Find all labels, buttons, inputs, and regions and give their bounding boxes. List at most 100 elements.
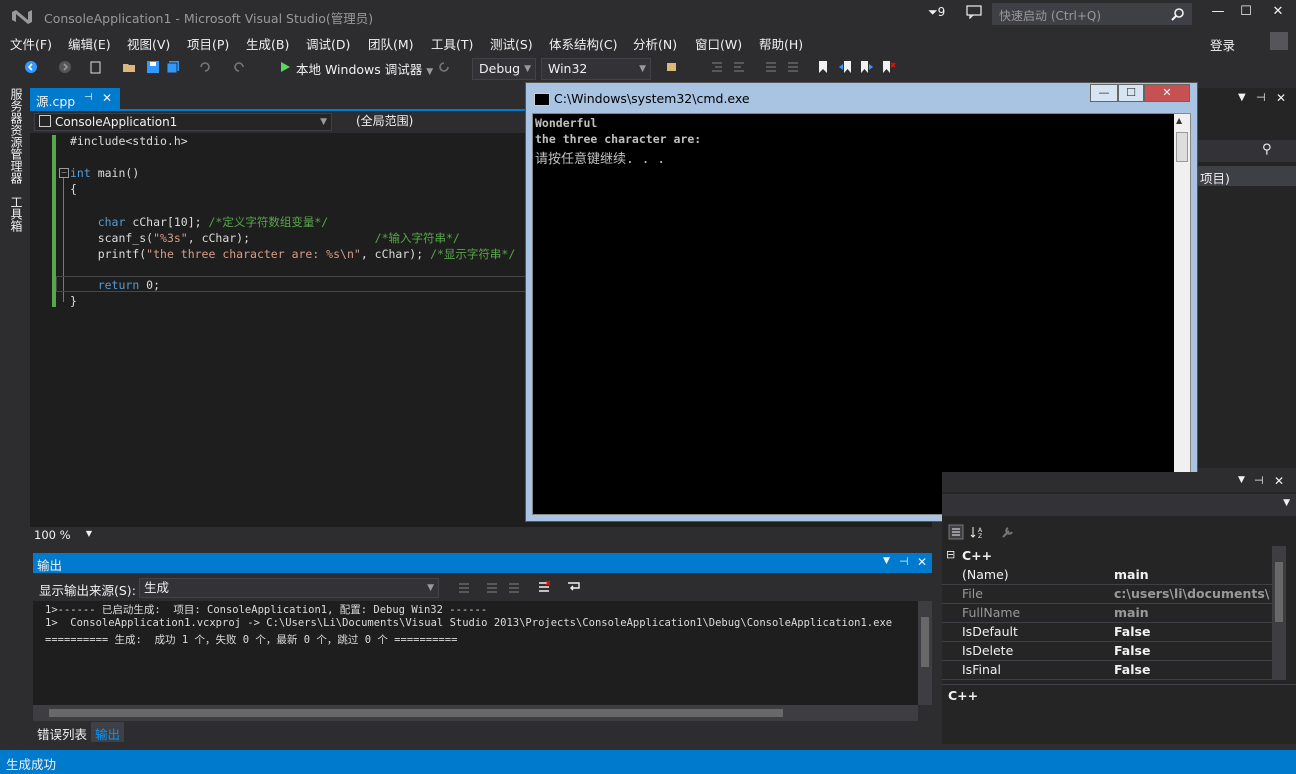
next-bookmark-icon[interactable] [860, 60, 874, 74]
back-icon[interactable] [24, 60, 38, 74]
open-file-icon[interactable] [122, 60, 136, 74]
maximize-button[interactable]: ☐ [1234, 4, 1258, 24]
menu-file[interactable]: 文件(F) [10, 34, 52, 53]
property-row[interactable]: FullName main [942, 603, 1272, 623]
close-panel-icon[interactable]: ✕ [1274, 474, 1284, 488]
console-minimize-button[interactable]: — [1090, 84, 1118, 102]
console-scrollbar[interactable]: ▲ ▼ [1174, 114, 1190, 514]
alphabetical-icon[interactable]: AZ [970, 524, 986, 540]
minimize-button[interactable]: — [1206, 4, 1230, 24]
new-project-icon[interactable] [88, 60, 102, 74]
scope-dropdown[interactable]: (全局范围) [352, 113, 552, 131]
chevron-down-icon: ▼ [320, 117, 327, 127]
tree-item-selected[interactable]: 项目) [1198, 166, 1296, 186]
menu-help[interactable]: 帮助(H) [759, 34, 803, 53]
output-horizontal-scrollbar[interactable] [33, 705, 918, 721]
close-panel-icon[interactable]: ✕ [917, 555, 927, 569]
scrollbar-thumb[interactable] [1176, 132, 1188, 162]
categorized-icon[interactable] [948, 524, 964, 540]
collapse-group-icon[interactable]: ⊟ [946, 548, 955, 561]
menu-debug[interactable]: 调试(D) [306, 34, 350, 53]
refresh-icon[interactable] [437, 60, 451, 74]
console-window[interactable]: C:\Windows\system32\cmd.exe — ☐ ✕ Wonder… [525, 82, 1198, 522]
toolbox-tab[interactable]: 工具箱 [8, 196, 25, 232]
menu-architecture[interactable]: 体系结构(C) [549, 34, 617, 53]
save-icon[interactable] [146, 60, 160, 74]
close-button[interactable]: ✕ [1266, 4, 1290, 24]
feedback-icon[interactable] [966, 5, 982, 19]
tab-source-cpp[interactable]: 源.cpp ⊣ ✕ [30, 88, 120, 110]
console-maximize-button[interactable]: ☐ [1118, 84, 1144, 102]
chevron-down-icon: ▼ [1283, 498, 1290, 508]
bookmark-icon[interactable] [816, 60, 830, 74]
find-in-files-icon[interactable] [666, 60, 680, 74]
dropdown-icon[interactable]: ▼ [1238, 475, 1245, 485]
notification-flag[interactable]: ⏷9 [928, 5, 945, 20]
menu-tools[interactable]: 工具(T) [431, 34, 473, 53]
output-source-dropdown[interactable]: 生成 ▼ [139, 578, 439, 598]
pin-icon[interactable]: ⊣ [1254, 474, 1264, 487]
account-icon[interactable] [1270, 32, 1288, 50]
platform-dropdown[interactable]: Win32 ▼ [541, 58, 651, 80]
menu-analyze[interactable]: 分析(N) [633, 34, 677, 53]
property-pages-icon[interactable] [1000, 524, 1016, 540]
login-link[interactable]: 登录 [1210, 35, 1235, 54]
close-panel-icon[interactable]: ✕ [1276, 91, 1286, 105]
menu-view[interactable]: 视图(V) [127, 34, 170, 53]
console-close-button[interactable]: ✕ [1144, 84, 1190, 102]
outdent-icon[interactable] [732, 60, 746, 74]
indent-icon[interactable] [710, 60, 724, 74]
start-debugger-button[interactable]: 本地 Windows 调试器 ▼ [278, 59, 433, 78]
scrollbar-thumb[interactable] [1275, 562, 1283, 622]
project-dropdown[interactable]: ConsoleApplication1 ▼ [34, 113, 332, 131]
save-all-icon[interactable] [166, 60, 180, 74]
property-row[interactable]: (Name) main [942, 565, 1272, 585]
pin-icon[interactable]: ⊣ [899, 555, 909, 568]
property-row[interactable]: IsDefault False [942, 622, 1272, 642]
close-tab-icon[interactable]: ✕ [102, 91, 112, 105]
menu-project[interactable]: 项目(P) [187, 34, 229, 53]
server-explorer-tab[interactable]: 服务器资源管理器 [8, 88, 25, 184]
clear-all-icon[interactable] [537, 580, 551, 594]
pin-icon[interactable]: ⊣ [84, 92, 93, 103]
tab-output[interactable]: 输出 [91, 722, 125, 742]
comment-icon[interactable] [764, 60, 778, 74]
menu-bar: 文件(F) 编辑(E) 视图(V) 项目(P) 生成(B) 调试(D) 团队(M… [0, 30, 1296, 54]
tab-error-list[interactable]: 错误列表 [33, 722, 91, 742]
collapse-icon[interactable]: − [59, 168, 69, 178]
menu-team[interactable]: 团队(M) [368, 34, 414, 53]
dropdown-icon[interactable]: ▼ [883, 556, 890, 566]
configuration-dropdown[interactable]: Debug ▼ [472, 58, 536, 80]
search-box[interactable]: ⚲ [1198, 140, 1296, 162]
zoom-dropdown[interactable]: 100 % ▼ [34, 528, 92, 544]
output-line: 1>------ 已启动生成: 项目: ConsoleApplication1,… [45, 604, 488, 616]
pin-icon[interactable]: ⊣ [1256, 91, 1266, 104]
menu-test[interactable]: 测试(S) [490, 34, 533, 53]
scroll-up-icon[interactable]: ▲ [1176, 116, 1182, 125]
scrollbar-thumb[interactable] [921, 617, 929, 667]
undo-icon[interactable] [198, 60, 212, 74]
property-row[interactable]: IsFinal False [942, 660, 1272, 680]
dropdown-icon[interactable]: ▼ [1238, 92, 1246, 103]
word-wrap-icon[interactable] [567, 580, 581, 594]
menu-window[interactable]: 窗口(W) [695, 34, 742, 53]
property-row[interactable]: IsDelete False [942, 641, 1272, 661]
forward-icon[interactable] [58, 60, 72, 74]
menu-edit[interactable]: 编辑(E) [68, 34, 111, 53]
property-row[interactable]: File c:\users\li\documents\vis [942, 584, 1272, 604]
scope-value: (全局范围) [356, 114, 414, 128]
output-text-area[interactable]: 1>------ 已启动生成: 项目: ConsoleApplication1,… [33, 601, 918, 705]
go-to-message-icon[interactable] [457, 581, 471, 595]
redo-icon[interactable] [232, 60, 246, 74]
previous-bookmark-icon[interactable] [838, 60, 852, 74]
next-message-icon[interactable] [507, 581, 521, 595]
quick-launch-input[interactable]: 快速启动 (Ctrl+Q) [992, 3, 1192, 25]
menu-build[interactable]: 生成(B) [246, 34, 289, 53]
uncomment-icon[interactable] [786, 60, 800, 74]
object-selector[interactable]: ▼ [942, 494, 1296, 516]
properties-scrollbar[interactable] [1272, 546, 1286, 680]
scrollbar-thumb[interactable] [49, 709, 783, 717]
previous-message-icon[interactable] [485, 581, 499, 595]
output-vertical-scrollbar[interactable] [918, 601, 932, 705]
clear-bookmarks-icon[interactable] [882, 60, 896, 74]
